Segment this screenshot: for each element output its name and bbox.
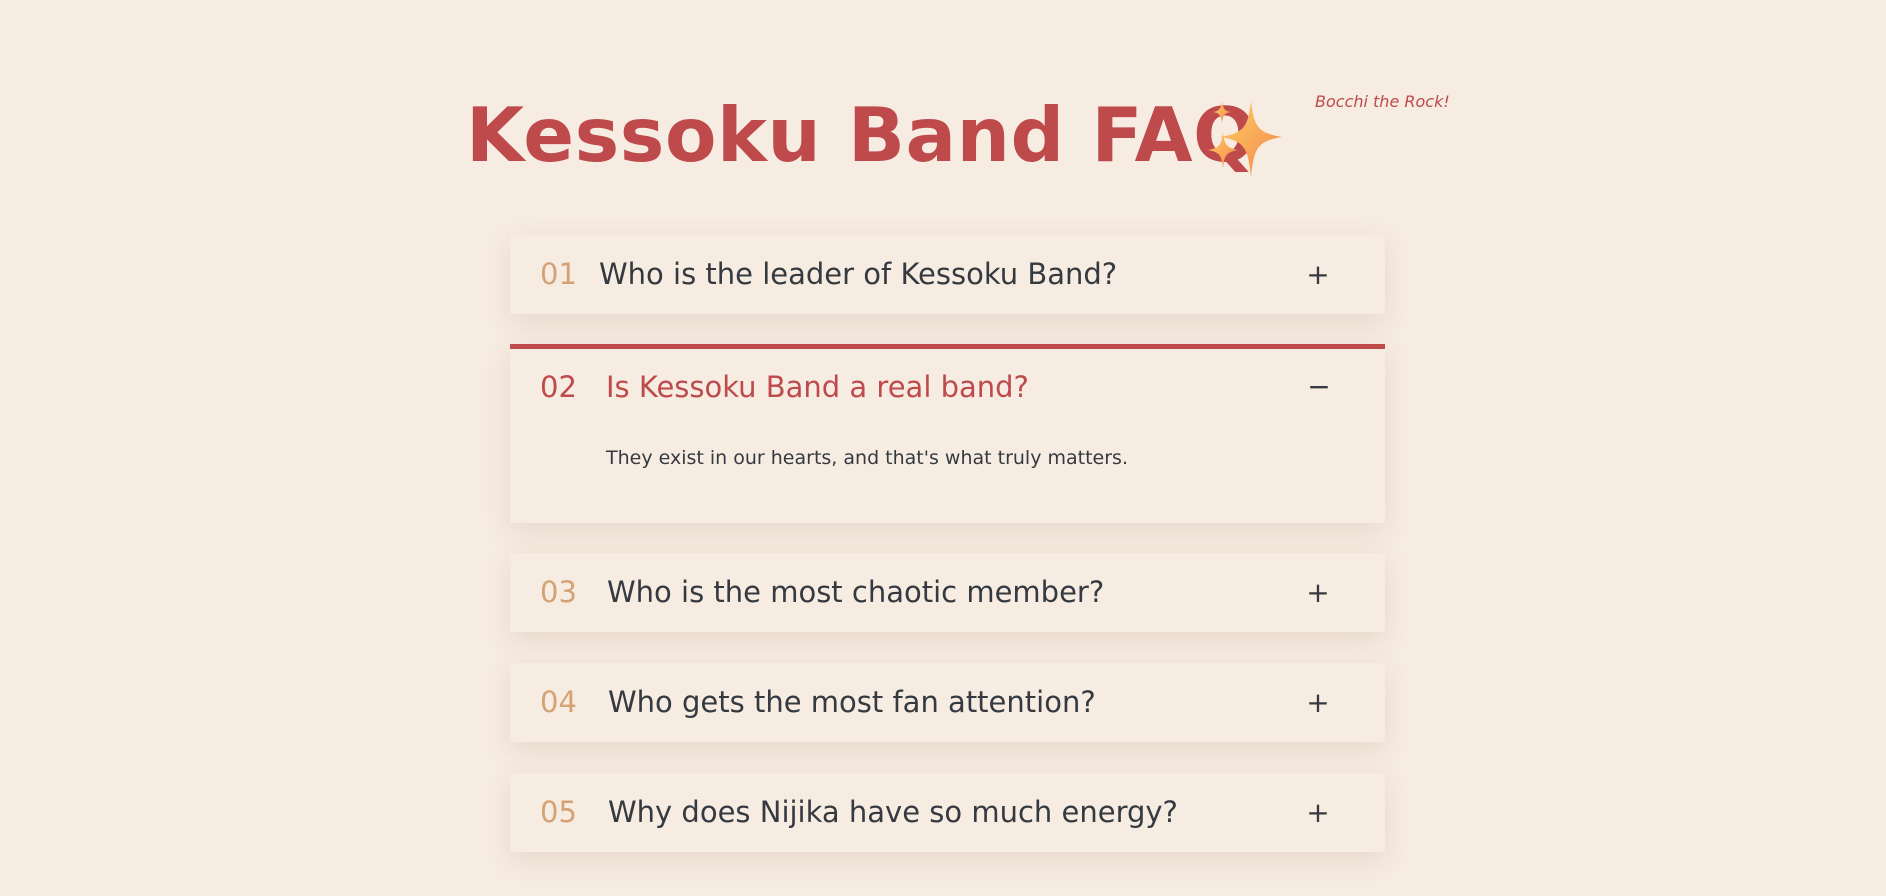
- faq-question[interactable]: Who gets the most fan attention?: [608, 663, 1096, 742]
- faq-number: 02: [540, 370, 577, 404]
- expand-toggle-icon[interactable]: +: [1300, 553, 1336, 632]
- page-title: Kessoku Band FAQ: [466, 91, 1258, 179]
- expand-toggle-icon[interactable]: +: [1300, 663, 1336, 742]
- faq-item-1[interactable]: 01 Who is the leader of Kessoku Band? +: [510, 235, 1385, 314]
- faq-question[interactable]: Why does Nijika have so much energy?: [608, 773, 1178, 852]
- faq-number: 05: [540, 795, 577, 829]
- expand-toggle-icon[interactable]: +: [1300, 235, 1336, 314]
- faq-number: 04: [540, 685, 577, 719]
- faq-question[interactable]: Is Kessoku Band a real band?: [606, 349, 1029, 425]
- faq-list: 01 Who is the leader of Kessoku Band? + …: [510, 235, 1385, 882]
- sparkles-icon: [1208, 101, 1282, 177]
- faq-page: Kessoku Band FAQ Bocchi the Rock! 01 Who…: [0, 0, 1886, 896]
- faq-item-3[interactable]: 03 Who is the most chaotic member? +: [510, 553, 1385, 632]
- faq-question[interactable]: Who is the most chaotic member?: [607, 553, 1104, 632]
- faq-question[interactable]: Who is the leader of Kessoku Band?: [599, 235, 1117, 314]
- page-subtitle: Bocchi the Rock!: [1315, 92, 1450, 111]
- faq-number: 01: [540, 257, 577, 291]
- page-header: Kessoku Band FAQ Bocchi the Rock!: [0, 88, 1886, 188]
- faq-item-2[interactable]: 02 Is Kessoku Band a real band? − They e…: [510, 344, 1385, 523]
- collapse-toggle-icon[interactable]: −: [1301, 349, 1337, 425]
- faq-answer: They exist in our hearts, and that's wha…: [606, 447, 1128, 469]
- faq-number: 03: [540, 575, 577, 609]
- faq-item-5[interactable]: 05 Why does Nijika have so much energy? …: [510, 773, 1385, 852]
- faq-item-4[interactable]: 04 Who gets the most fan attention? +: [510, 663, 1385, 742]
- expand-toggle-icon[interactable]: +: [1300, 773, 1336, 852]
